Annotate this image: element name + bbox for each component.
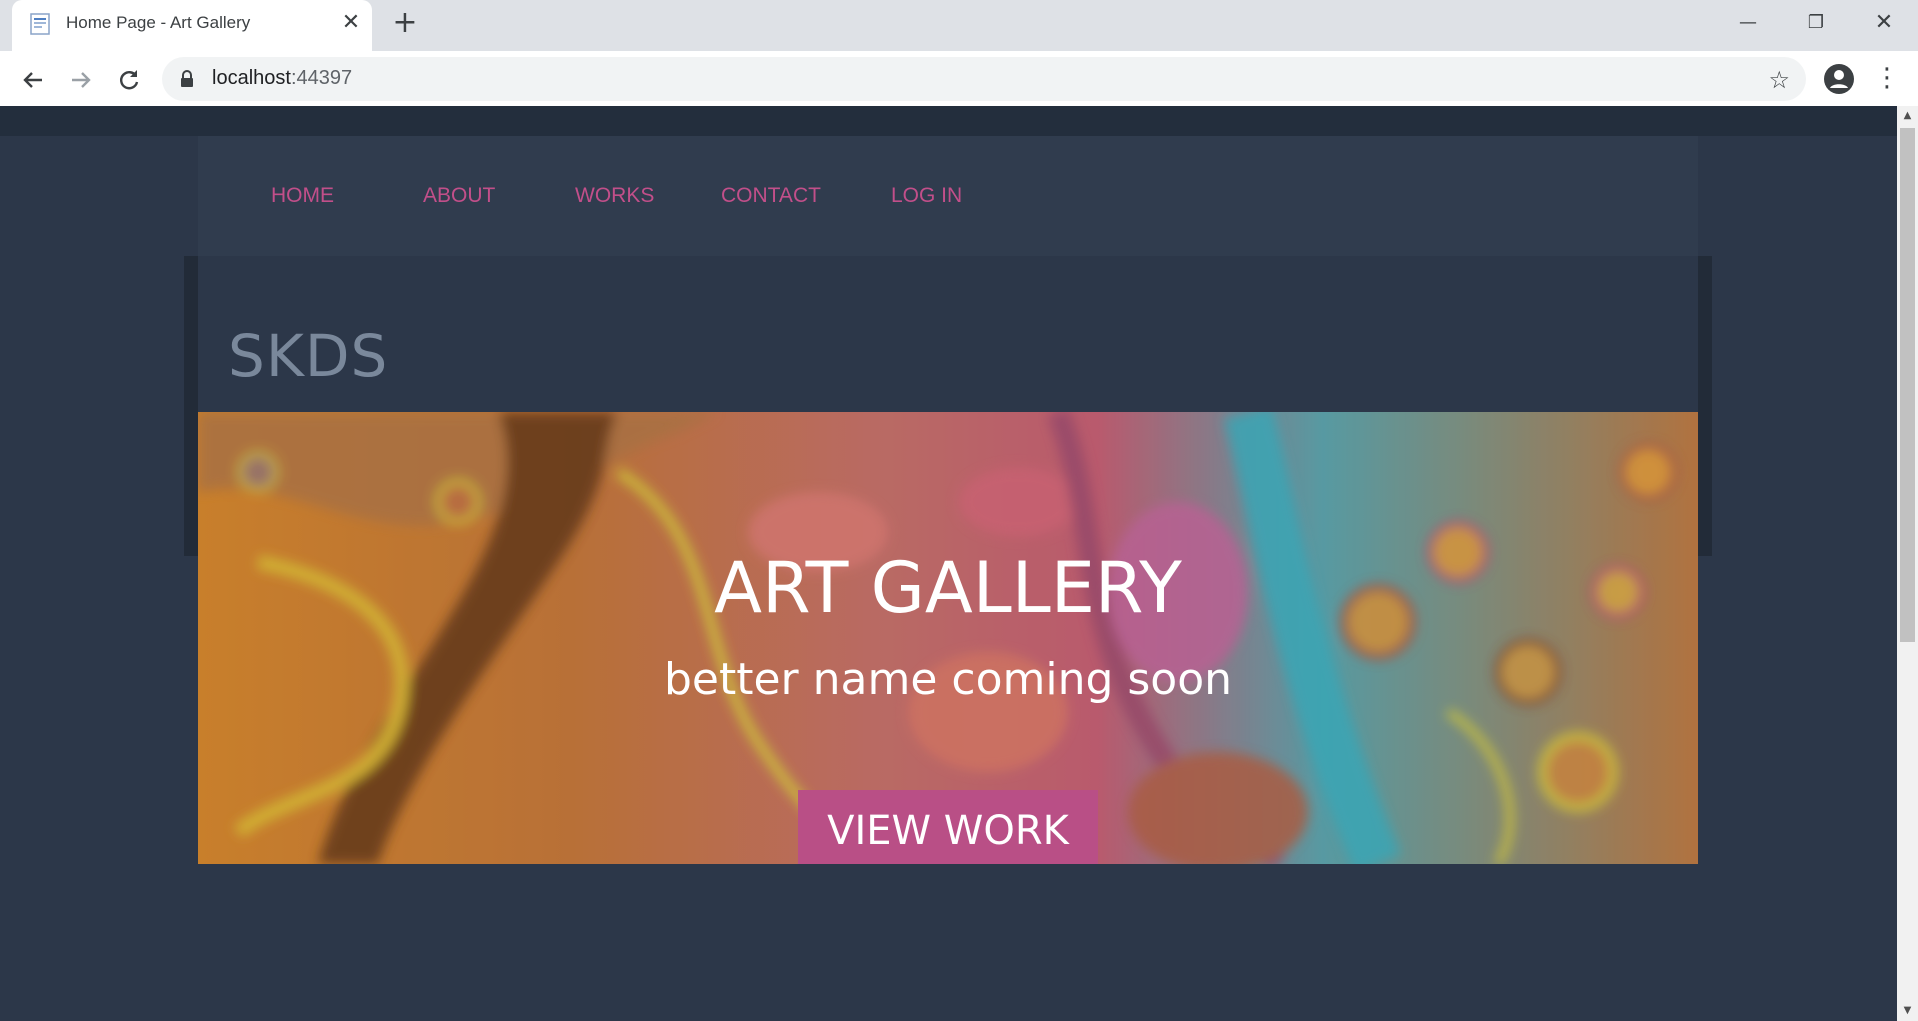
page-scrollbar[interactable]: ▲ ▼ [1897,106,1918,1021]
lock-icon [180,70,194,88]
tab-title: Home Page - Art Gallery [66,13,251,32]
header-shadow-right [1698,256,1712,556]
nav-link-login[interactable]: LOG IN [891,184,962,208]
hero-subtitle: better name coming soon [663,654,1233,705]
hero-banner: ART GALLERY better name coming soon VIEW… [198,412,1698,864]
more-menu-icon[interactable]: ⋮ [1874,61,1900,95]
scroll-up-arrow-icon[interactable]: ▲ [1897,106,1918,126]
window-close-icon[interactable]: ✕ [1864,8,1904,38]
view-work-button[interactable]: VIEW WORK [798,790,1098,864]
nav-link-works[interactable]: WORKS [575,184,654,208]
browser-tab[interactable]: Home Page - Art Gallery ✕ [12,0,372,51]
top-strip [0,106,1897,136]
close-tab-icon[interactable]: ✕ [338,10,364,36]
url-text: localhost:44397 [212,67,352,90]
back-arrow-icon[interactable] [18,65,48,95]
scrollbar-thumb[interactable] [1900,128,1915,642]
bookmark-star-icon[interactable]: ☆ [1768,66,1790,94]
url-host: localhost [212,67,291,89]
browser-toolbar: localhost:44397 ☆ ⋮ [0,51,1918,106]
main-nav: HOME ABOUT WORKS CONTACT LOG IN [198,136,1698,256]
browser-tabstrip: Home Page - Art Gallery ✕ + — ❐ ✕ [0,0,1918,51]
hero-title: ART GALLERY [714,547,1182,629]
nav-link-home[interactable]: HOME [271,184,334,208]
nav-link-about[interactable]: ABOUT [423,184,495,208]
forward-arrow-icon[interactable] [66,65,96,95]
new-tab-button[interactable]: + [390,8,420,39]
page-favicon-icon [30,13,50,35]
scroll-down-arrow-icon[interactable]: ▼ [1897,1001,1918,1021]
page-viewport: HOME ABOUT WORKS CONTACT LOG IN SKDS ART… [0,106,1897,1021]
url-port: :44397 [290,67,353,89]
reload-icon[interactable] [114,65,144,95]
minimize-icon[interactable]: — [1728,8,1768,38]
profile-avatar-icon[interactable] [1822,62,1856,96]
address-bar[interactable]: localhost:44397 ☆ [162,57,1806,101]
nav-link-contact[interactable]: CONTACT [721,184,821,208]
site-name: SKDS [228,322,389,390]
header-shadow-left [184,256,198,556]
restore-icon[interactable]: ❐ [1796,8,1836,38]
